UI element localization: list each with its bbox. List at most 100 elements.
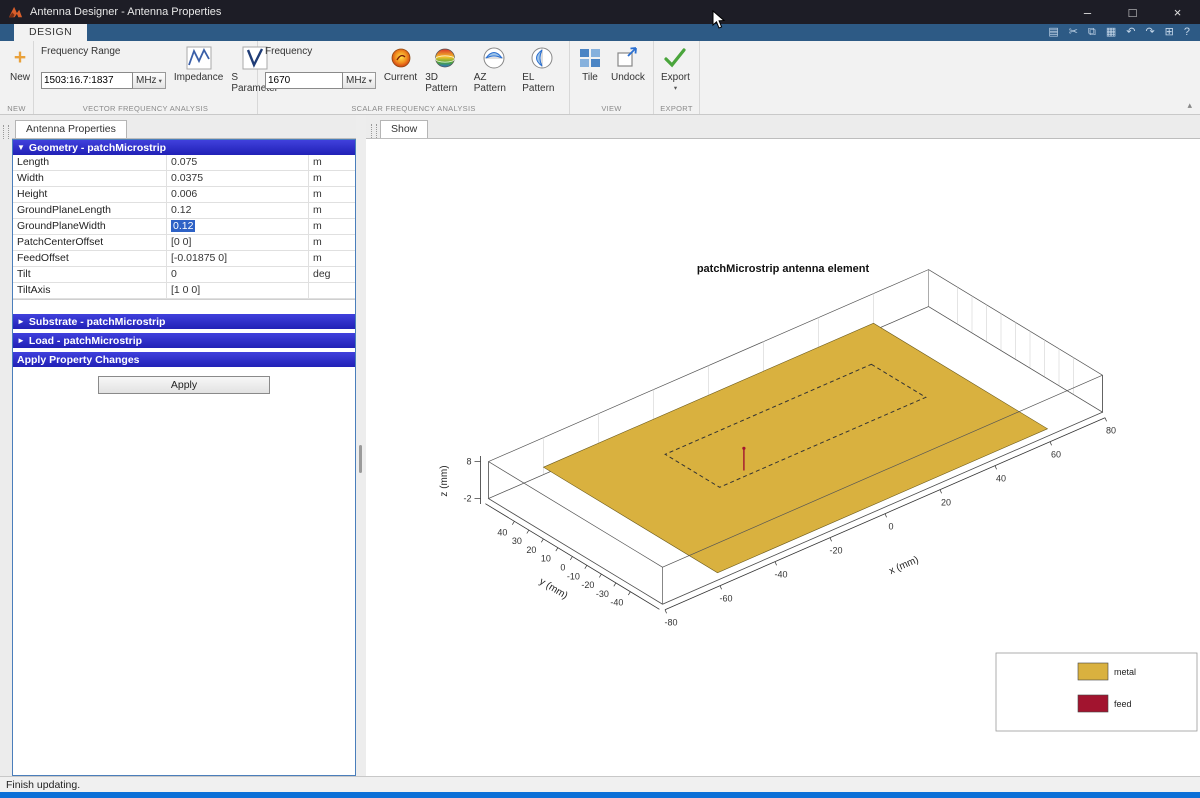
window-controls: – □ × xyxy=(1065,0,1200,24)
splitter-thumb[interactable] xyxy=(359,445,362,473)
ribbon-section-export: Export ▾ EXPORT xyxy=(654,41,700,114)
cut-icon[interactable]: ✂ xyxy=(1069,24,1078,41)
minimize-button[interactable]: – xyxy=(1065,0,1110,24)
tab-design[interactable]: DESIGN xyxy=(14,24,88,41)
property-value[interactable]: [0 0] xyxy=(167,235,309,250)
frequency-range-label: Frequency Range xyxy=(41,46,121,57)
frequency-range-input[interactable] xyxy=(41,72,133,89)
property-value[interactable]: 0.075 xyxy=(167,155,309,170)
y-tick-mark xyxy=(584,565,588,569)
ribbon-toolstrip: + New NEW Frequency Range MHz▾ Impedanc xyxy=(0,41,1200,115)
section-label-view: VIEW xyxy=(601,104,622,113)
new-button[interactable]: + New xyxy=(3,43,37,83)
property-value[interactable]: 0.006 xyxy=(167,187,309,202)
property-name: GroundPlaneLength xyxy=(13,203,167,218)
maximize-button[interactable]: □ xyxy=(1110,0,1155,24)
x-tick-mark xyxy=(664,609,667,614)
impedance-button[interactable]: Impedance xyxy=(170,43,227,83)
property-row: TiltAxis [1 0 0] xyxy=(13,283,355,299)
tile-icon xyxy=(577,45,603,71)
window-title: Antenna Designer - Antenna Properties xyxy=(30,6,222,18)
export-check-icon xyxy=(662,45,688,71)
paste-icon[interactable]: ▦ xyxy=(1106,24,1116,41)
pattern-3d-button[interactable]: 3D Pattern xyxy=(421,43,470,94)
x-tick-label: 80 xyxy=(1106,426,1116,436)
property-value[interactable]: 0 xyxy=(167,267,309,282)
x-tick-mark xyxy=(994,465,997,470)
expand-triangle-icon: ▼ xyxy=(17,143,25,152)
panel-grip-icon xyxy=(371,124,377,138)
apply-section-header: Apply Property Changes xyxy=(13,352,355,367)
collapse-ribbon-icon[interactable]: ▴ xyxy=(1187,100,1192,111)
substrate-section-header[interactable]: ► Substrate - patchMicrostrip xyxy=(13,314,355,329)
panel-grip-icon xyxy=(3,125,9,139)
property-value[interactable]: 0.12 xyxy=(167,203,309,218)
antenna-3d-figure[interactable]: -80-60-40-20020406080403020100-10-20-30-… xyxy=(378,139,1200,776)
y-tick-mark xyxy=(599,573,602,578)
properties-panel-body: ▼ Geometry - patchMicrostrip Length 0.075… xyxy=(12,139,356,776)
ribbon-section-vector: Frequency Range MHz▾ Impedance S Pa xyxy=(34,41,278,114)
property-value[interactable]: [1 0 0] xyxy=(167,283,309,298)
x-tick-mark xyxy=(884,513,887,518)
y-tick-label: -30 xyxy=(596,589,609,599)
redo-icon[interactable]: ↷ xyxy=(1145,24,1154,41)
left-panel-tabstrip: Antenna Properties xyxy=(12,115,356,139)
property-row: Height 0.006 m xyxy=(13,187,355,203)
property-value[interactable]: 0.12 xyxy=(167,219,309,234)
property-unit: m xyxy=(313,172,322,184)
y-tick-label: 20 xyxy=(526,545,536,555)
x-tick-mark xyxy=(939,489,942,494)
status-text: Finish updating. xyxy=(6,778,81,791)
ribbon-section-new: + New NEW xyxy=(0,41,34,114)
frequency-unit-dropdown[interactable]: MHz ▾ xyxy=(343,72,376,89)
left-gutter xyxy=(0,115,12,776)
y-tick-label: 30 xyxy=(512,536,522,546)
section-label-vector: VECTOR FREQUENCY ANALYSIS xyxy=(82,104,209,113)
legend-swatch-metal xyxy=(1077,662,1109,681)
property-unit: m xyxy=(313,156,322,168)
property-value[interactable]: 0.0375 xyxy=(167,171,309,186)
panel-splitter[interactable] xyxy=(356,115,366,776)
chevron-down-icon: ▾ xyxy=(673,85,678,92)
application-window: Antenna Designer - Antenna Properties – □… xyxy=(0,0,1200,798)
frequency-input[interactable] xyxy=(265,72,343,89)
frequency-range-unit-dropdown[interactable]: MHz ▾ xyxy=(133,72,166,89)
property-unit: m xyxy=(313,252,322,264)
tile-button[interactable]: Tile xyxy=(573,43,607,83)
property-name: Length xyxy=(13,155,167,170)
help-icon[interactable]: ? xyxy=(1184,24,1190,41)
load-section-header[interactable]: ► Load - patchMicrostrip xyxy=(13,333,355,348)
current-button[interactable]: Current xyxy=(380,43,421,83)
save-icon[interactable]: ▤ xyxy=(1048,24,1058,41)
geometry-section-header[interactable]: ▼ Geometry - patchMicrostrip xyxy=(13,140,355,155)
tab-show[interactable]: Show xyxy=(380,120,429,138)
property-value[interactable]: [-0.01875 0] xyxy=(167,251,309,266)
close-button[interactable]: × xyxy=(1155,0,1200,24)
undo-icon[interactable]: ↶ xyxy=(1126,24,1135,41)
x-tick-label: 60 xyxy=(1051,450,1061,460)
feed-dot xyxy=(742,446,746,450)
apply-button[interactable]: Apply xyxy=(98,376,270,394)
y-tick-label: 0 xyxy=(560,563,565,573)
az-pattern-button[interactable]: AZ Pattern xyxy=(470,43,519,94)
quick-access-toolbar: ▤ ✂ ⧉ ▦ ↶ ↷ ⊞? xyxy=(1048,24,1190,41)
right-panel-tabstrip: Show xyxy=(366,115,1200,139)
collapsed-triangle-icon: ► xyxy=(17,317,25,326)
y-tick-label: 10 xyxy=(541,554,551,564)
undock-icon xyxy=(615,45,641,71)
property-name: Height xyxy=(13,187,167,202)
z-axis-label: z (mm) xyxy=(439,465,450,496)
property-unit: m xyxy=(313,236,322,248)
section-label-export: EXPORT xyxy=(660,104,693,113)
property-row: FeedOffset [-0.01875 0] m xyxy=(13,251,355,267)
legend-label-metal: metal xyxy=(1114,667,1136,677)
export-button[interactable]: Export ▾ xyxy=(657,43,694,92)
copy-icon[interactable]: ⧉ xyxy=(1088,24,1096,41)
layout-icon[interactable]: ⊞ xyxy=(1165,24,1174,41)
el-pattern-button[interactable]: EL Pattern xyxy=(518,43,566,94)
ribbon-filler: ▴ xyxy=(700,41,1200,114)
tab-antenna-properties[interactable]: Antenna Properties xyxy=(15,120,127,138)
x-tick-mark xyxy=(829,537,832,542)
y-tick-label: 40 xyxy=(497,527,507,537)
undock-button[interactable]: Undock xyxy=(607,43,649,83)
